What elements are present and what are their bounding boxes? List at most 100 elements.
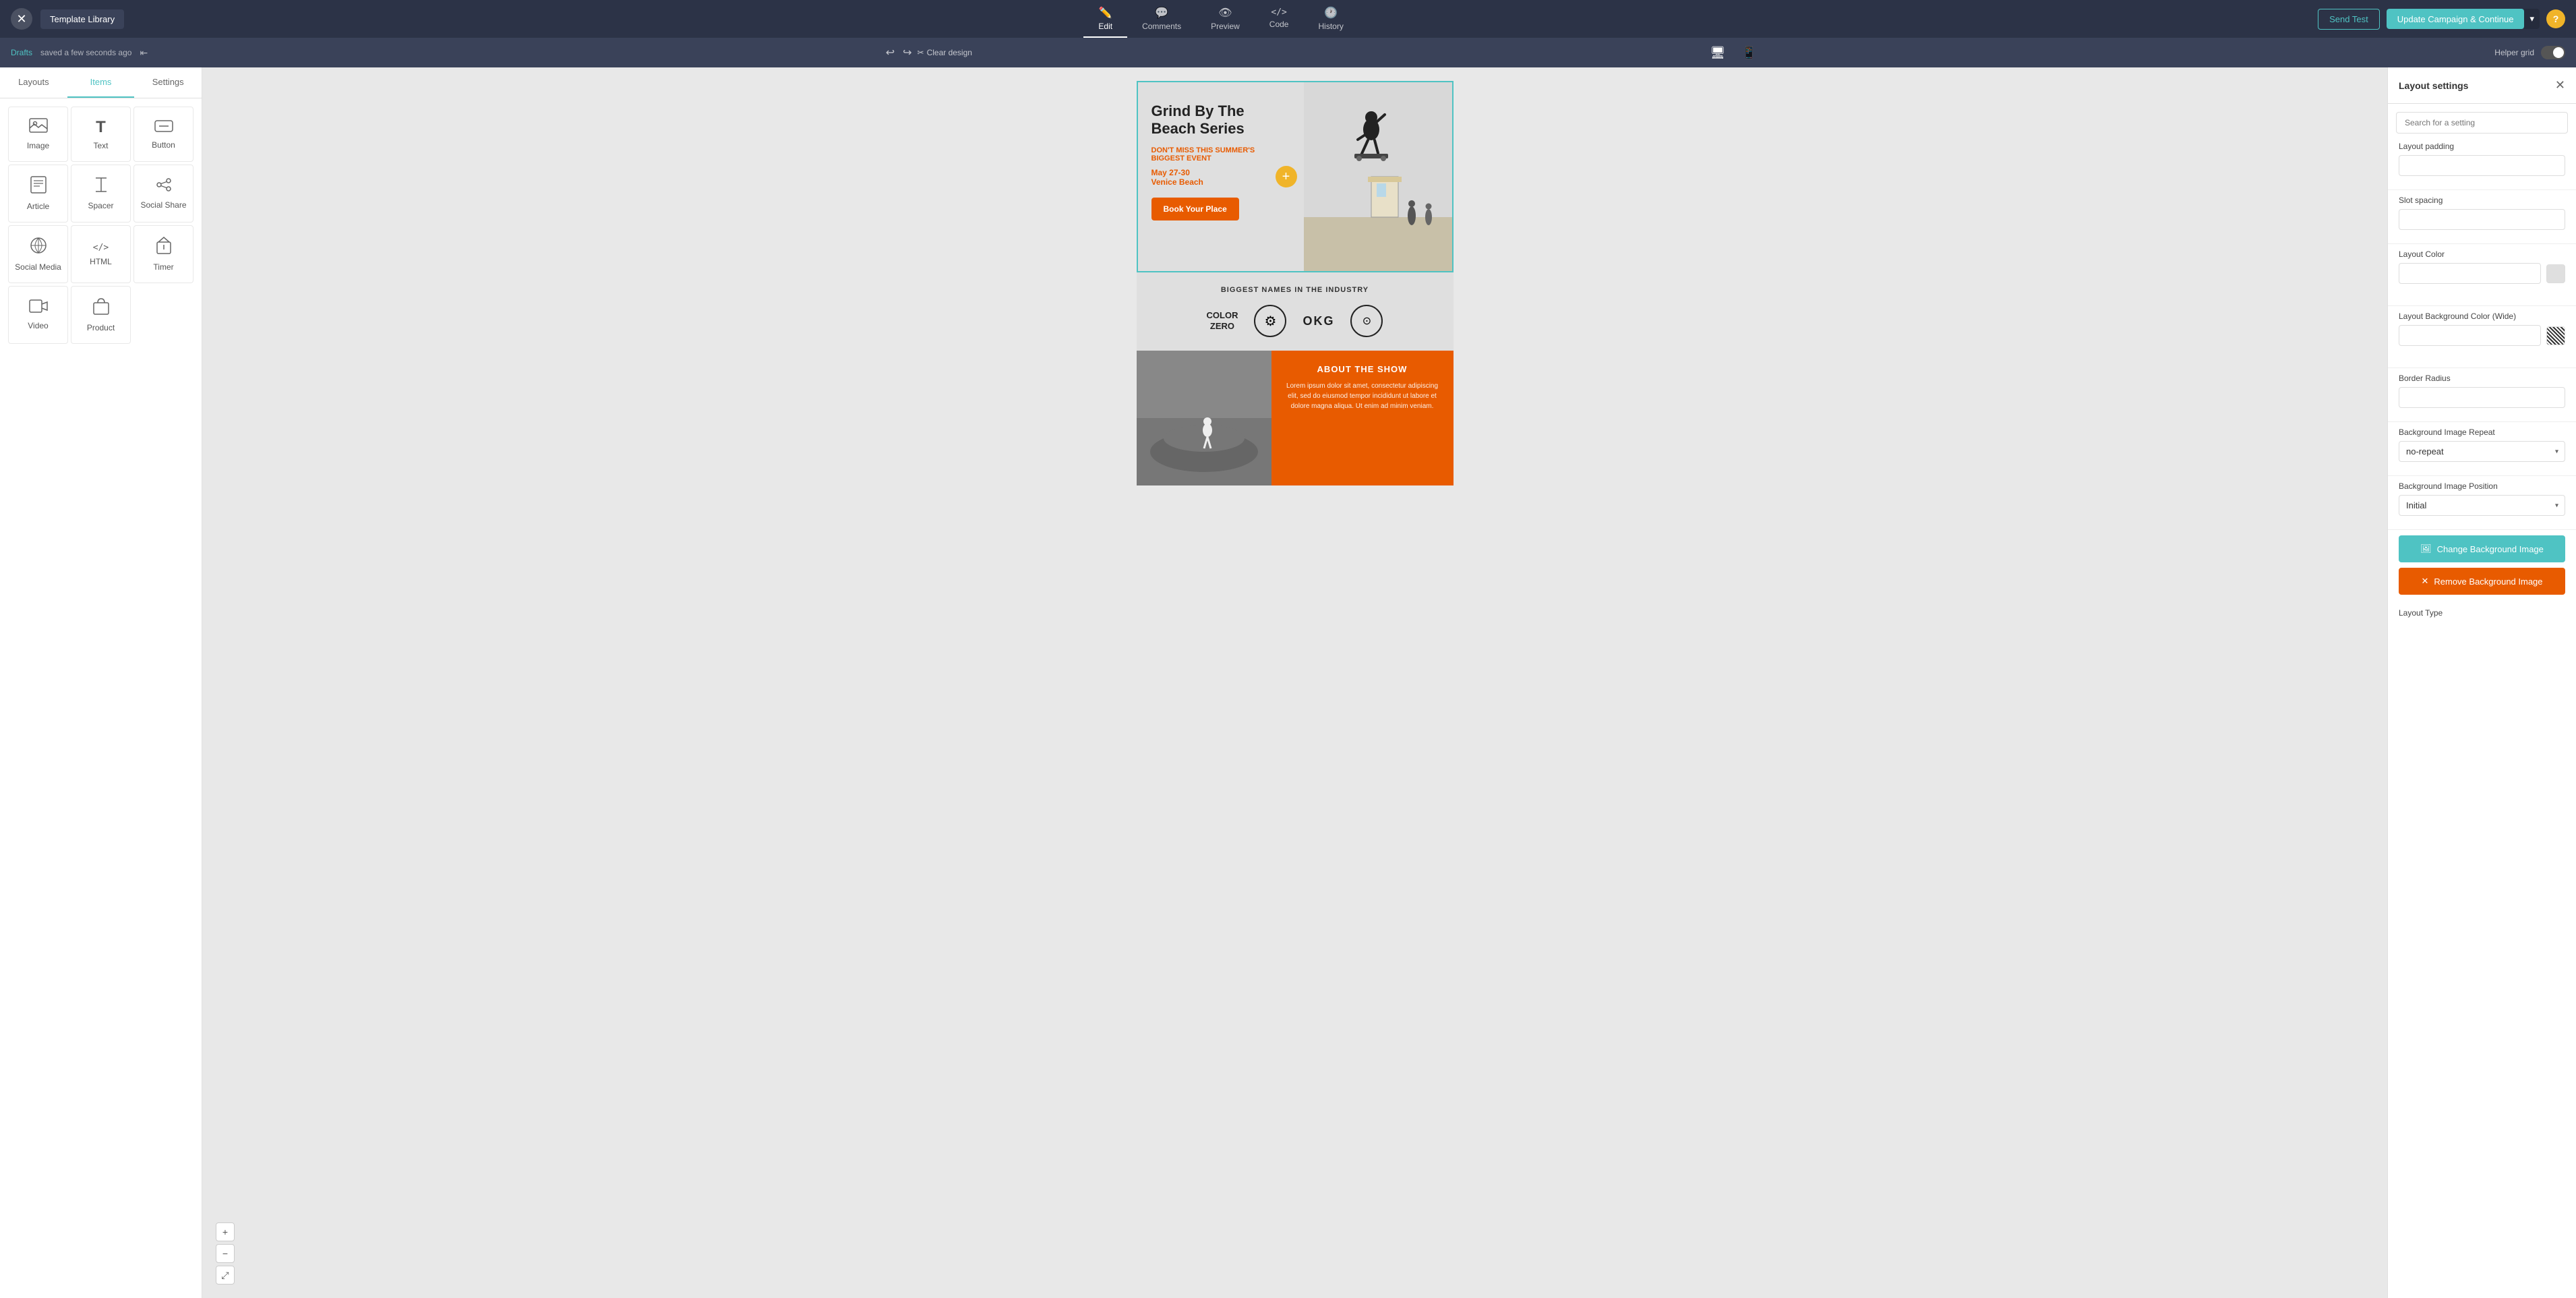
item-product[interactable]: Product [71,286,131,344]
button-icon [154,119,173,136]
layout-bg-color-input[interactable]: transparent [2399,325,2541,346]
close-button[interactable]: ✕ [11,8,32,30]
tab-preview[interactable]: 👁 Preview [1196,1,1255,38]
slot-spacing-label: Slot spacing [2399,196,2565,205]
divider7 [2388,529,2576,530]
layout-color-preview[interactable] [2546,264,2565,283]
canvas-area[interactable]: Grind By The Beach Series DON'T MISS THI… [202,67,2387,1298]
logos-row: COLORZERO ⚙ OKG ⊙ [1150,305,1440,337]
item-image[interactable]: Image [8,107,68,162]
template-library-button[interactable]: Template Library [40,9,124,29]
item-social-media[interactable]: Social Media [8,225,68,283]
item-text-label: Text [93,141,108,150]
mobile-view-button[interactable]: 📱 [1739,43,1759,63]
slot-spacing-input[interactable]: 0 [2399,209,2565,230]
bg-image-position-label: Background Image Position [2399,481,2565,491]
logos-title: BIGGEST NAMES IN THE INDUSTRY [1150,286,1440,294]
tab-history[interactable]: 🕐 History [1303,1,1358,38]
fit-screen-button[interactable]: ⤢ [216,1266,235,1285]
item-html[interactable]: </> HTML [71,225,131,283]
about-text: Lorem ipsum dolor sit amet, consectetur … [1282,381,1443,411]
border-radius-input[interactable]: 0 [2399,387,2565,408]
edit-icon: ✏️ [1099,6,1112,20]
item-timer[interactable]: Timer [133,225,193,283]
drafts-label: Drafts [11,48,32,57]
item-social-share[interactable]: Social Share [133,165,193,223]
remove-bg-icon: ✕ [2421,576,2428,587]
social-share-icon [155,177,173,196]
send-test-button[interactable]: Send Test [2318,9,2380,30]
bg-image-repeat-label: Background Image Repeat [2399,427,2565,437]
desktop-view-button[interactable]: 🖥 [1707,43,1728,63]
update-campaign-group: Update Campaign & Continue ▾ [2387,9,2540,29]
zoom-out-button[interactable]: − [216,1244,235,1263]
top-nav: ✕ Template Library ✏️ Edit 💬 Comments 👁 … [0,0,2576,38]
tab-settings[interactable]: Settings [134,67,202,98]
item-text[interactable]: T Text [71,107,131,162]
zoom-in-button[interactable]: + [216,1222,235,1241]
tab-edit-label: Edit [1098,22,1112,31]
hero-right [1304,82,1452,271]
undo-button[interactable]: ↩ [883,43,897,62]
item-social-media-label: Social Media [15,262,61,272]
hero-section[interactable]: Grind By The Beach Series DON'T MISS THI… [1137,81,1454,272]
remove-background-image-button[interactable]: ✕ Remove Background Image [2399,568,2565,595]
item-video-label: Video [28,321,48,330]
bg-image-repeat-wrapper: no-repeat repeat repeat-x repeat-y ▾ [2399,441,2565,462]
layout-padding-input[interactable]: 0 [2399,155,2565,176]
toolbar-left: Drafts saved a few seconds ago ⇤ [11,47,148,59]
update-campaign-arrow[interactable]: ▾ [2524,9,2540,29]
device-switcher: 🖥 📱 [1707,43,1759,63]
helper-grid-toggle[interactable] [2541,46,2565,59]
tab-items-label: Items [90,77,112,87]
redo-button[interactable]: ↪ [900,43,914,62]
logos-section[interactable]: BIGGEST NAMES IN THE INDUSTRY COLORZERO … [1137,272,1454,351]
collapse-sidebar-button[interactable]: ⇤ [140,47,148,59]
bg-image-position-select[interactable]: Initial Center Top Bottom [2399,495,2565,516]
add-column-button[interactable]: + [1276,166,1297,187]
social-media-icon [30,237,47,258]
divider4 [2388,367,2576,368]
layout-bg-color-section: Layout Background Color (Wide) transpare… [2388,312,2576,362]
settings-search-input[interactable] [2396,112,2568,134]
about-left [1137,351,1271,485]
bg-image-repeat-select[interactable]: no-repeat repeat repeat-x repeat-y [2399,441,2565,462]
tab-layouts-label: Layouts [18,77,49,87]
logo-okg: OKG [1302,314,1334,328]
item-spacer[interactable]: Spacer [71,165,131,223]
preview-icon: 👁 [1218,6,1232,20]
remove-bg-label: Remove Background Image [2434,577,2542,587]
tab-code[interactable]: </> Code [1255,2,1304,36]
tab-code-label: Code [1269,20,1289,29]
tab-layouts[interactable]: Layouts [0,67,67,98]
comments-icon: 💬 [1155,6,1168,20]
layout-color-input[interactable]: #dfdfdf [2399,263,2541,284]
clear-design-button[interactable]: ✂ Clear design [918,48,972,57]
hero-book-button[interactable]: Book Your Place [1151,198,1239,220]
change-background-image-button[interactable]: 🖼 Change Background Image [2399,535,2565,562]
tab-edit[interactable]: ✏️ Edit [1083,1,1127,38]
tab-comments[interactable]: 💬 Comments [1127,1,1196,38]
canvas-controls: + − ⤢ [216,1222,235,1285]
help-button[interactable]: ? [2546,9,2565,28]
item-spacer-label: Spacer [88,201,113,210]
slot-spacing-section: Slot spacing 0 [2388,196,2576,238]
tab-items[interactable]: Items [67,67,135,98]
hero-title: Grind By The Beach Series [1151,102,1290,138]
item-video[interactable]: Video [8,286,68,344]
tab-settings-label: Settings [152,77,184,87]
update-campaign-button[interactable]: Update Campaign & Continue [2387,9,2525,29]
item-article[interactable]: Article [8,165,68,223]
image-icon [29,118,48,137]
item-image-label: Image [27,141,49,150]
top-nav-left: ✕ Template Library [11,8,124,30]
helper-grid-label: Helper grid [2494,48,2534,57]
item-button[interactable]: Button [133,107,193,162]
about-section[interactable]: ABOUT THE SHOW Lorem ipsum dolor sit ame… [1137,351,1454,485]
divider1 [2388,189,2576,190]
settings-close-button[interactable]: ✕ [2555,78,2565,92]
email-canvas: Grind By The Beach Series DON'T MISS THI… [1137,81,1454,485]
text-icon: T [96,118,106,137]
transparent-pattern[interactable] [2546,326,2565,345]
items-grid: Image T Text Button Article [0,98,202,352]
